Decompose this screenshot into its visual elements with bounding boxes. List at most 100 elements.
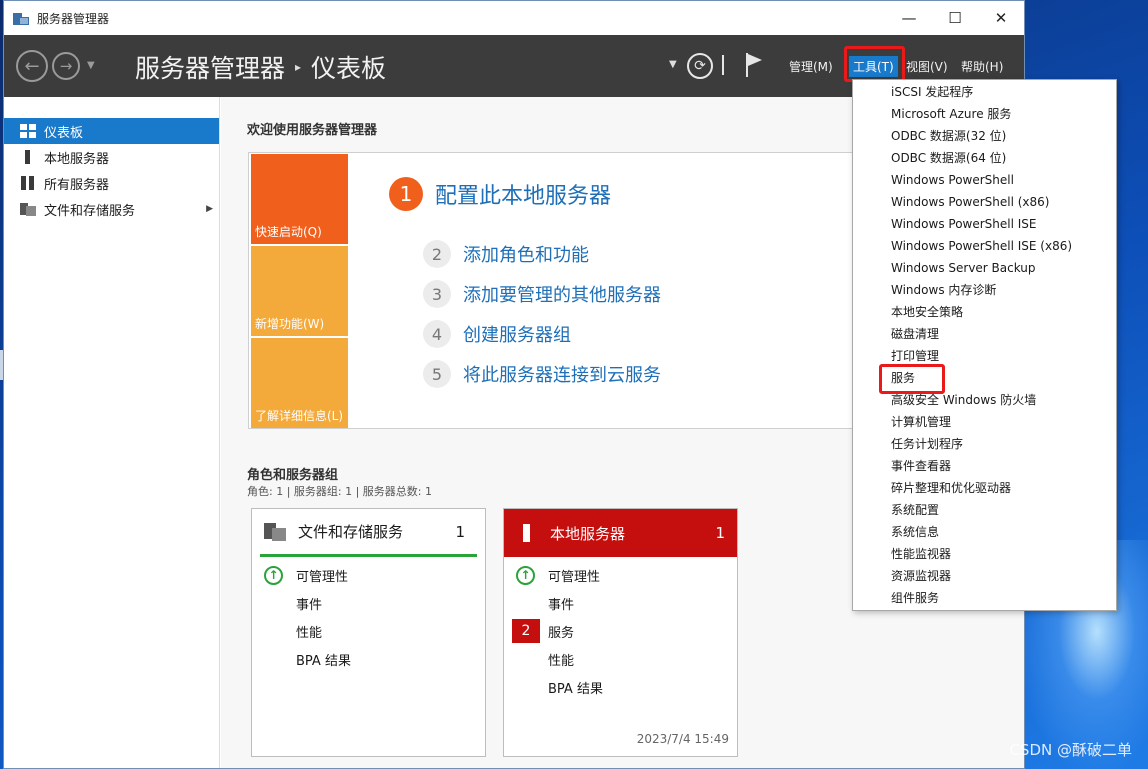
card-timestamp: 2023/7/4 15:49 (636, 732, 729, 746)
close-button[interactable]: ✕ (978, 1, 1024, 35)
tools-menu-item[interactable]: 组件服务 (853, 587, 1116, 609)
row-label: 事件 (548, 597, 575, 613)
row-label: 服务 (548, 625, 575, 641)
services-item-highlight (879, 364, 945, 394)
card-row-events[interactable]: 事件 (504, 589, 737, 617)
tools-menu-item[interactable]: Microsoft Azure 服务 (853, 103, 1116, 125)
dashboard-icon (20, 124, 36, 138)
tools-menu-item[interactable]: 事件查看器 (853, 455, 1116, 477)
card-title: 文件和存储服务 (298, 523, 404, 541)
tools-menu-item[interactable]: 计算机管理 (853, 411, 1116, 433)
card-row-bpa[interactable]: BPA 结果 (504, 673, 737, 701)
step-link[interactable]: 配置此本地服务器 (435, 178, 611, 210)
window-title: 服务器管理器 (37, 11, 110, 26)
sidebar-item-label: 本地服务器 (44, 151, 110, 167)
welcome-title: 欢迎使用服务器管理器 (247, 123, 378, 138)
card-row-manageability[interactable]: ↑ 可管理性 (252, 561, 485, 589)
quick-start-panel: 快速启动(Q) 新增功能(W) 了解详细信息(L) 1 配置此本地服务器 2 添… (248, 152, 868, 429)
row-label: BPA 结果 (548, 681, 603, 697)
tools-menu-item[interactable]: ODBC 数据源(64 位) (853, 147, 1116, 169)
back-arrow-icon[interactable]: ← (16, 50, 48, 82)
server-icon (20, 150, 36, 164)
tools-menu-item[interactable]: Windows 内存诊断 (853, 279, 1116, 301)
step-link[interactable]: 添加角色和功能 (463, 241, 589, 267)
step-add-servers[interactable]: 3 添加要管理的其他服务器 (423, 280, 661, 308)
menu-manage[interactable]: 管理(M) (789, 58, 833, 75)
sidebar-item-label: 仪表板 (44, 125, 84, 141)
row-label: BPA 结果 (296, 653, 351, 669)
tools-menu-item[interactable]: 任务计划程序 (853, 433, 1116, 455)
row-label: 可管理性 (296, 569, 349, 585)
step-number: 4 (423, 320, 451, 348)
card-header[interactable]: 文件和存储服务 1 (260, 509, 477, 557)
breadcrumb-root[interactable]: 服务器管理器 (135, 49, 285, 85)
sidebar-item-file-storage[interactable]: 文件和存储服务 ▶ (4, 196, 219, 222)
step-configure-local-server[interactable]: 1 配置此本地服务器 (389, 177, 611, 211)
step-link[interactable]: 将此服务器连接到云服务 (463, 361, 661, 387)
row-label: 可管理性 (548, 569, 601, 585)
step-number: 5 (423, 360, 451, 388)
menu-view[interactable]: 视图(V) (906, 58, 948, 75)
step-link[interactable]: 添加要管理的其他服务器 (463, 281, 661, 307)
card-header[interactable]: 本地服务器 1 (504, 509, 737, 557)
history-dropdown-icon[interactable]: ▼ (87, 60, 95, 71)
status-ok-icon: ↑ (516, 565, 535, 585)
sidebar-item-all-servers[interactable]: 所有服务器 (4, 170, 219, 196)
sidebar-item-local-server[interactable]: 本地服务器 (4, 144, 219, 170)
tile-learn-more[interactable]: 了解详细信息(L) (251, 338, 348, 428)
sidebar-item-label: 所有服务器 (44, 177, 110, 193)
step-connect-cloud[interactable]: 5 将此服务器连接到云服务 (423, 360, 661, 388)
row-label: 性能 (296, 625, 323, 641)
tile-whats-new[interactable]: 新增功能(W) (251, 246, 348, 336)
row-label: 性能 (548, 653, 575, 669)
minimize-button[interactable]: — (886, 1, 932, 35)
menu-help[interactable]: 帮助(H) (961, 58, 1003, 75)
tools-menu-item[interactable]: ODBC 数据源(32 位) (853, 125, 1116, 147)
tile-quick-start[interactable]: 快速启动(Q) (251, 154, 348, 244)
row-label: 事件 (296, 597, 323, 613)
maximize-button[interactable]: ☐ (932, 1, 978, 35)
breadcrumb: 服务器管理器 ▸ 仪表板 (135, 49, 386, 85)
tools-menu-item[interactable]: 系统配置 (853, 499, 1116, 521)
tools-menu-item[interactable]: 磁盘清理 (853, 323, 1116, 345)
refresh-icon[interactable]: ⟳ (687, 53, 713, 79)
role-card-local-server[interactable]: 本地服务器 1 ↑ 可管理性 事件 2 服务 性能 BPA 结果 2023/7/… (503, 508, 738, 757)
step-create-group[interactable]: 4 创建服务器组 (423, 320, 571, 348)
card-count: 1 (715, 524, 725, 542)
file-storage-icon (264, 522, 286, 541)
role-card-file-storage[interactable]: 文件和存储服务 1 ↑ 可管理性 事件 性能 BPA 结果 (251, 508, 486, 757)
tools-menu-item[interactable]: 系统信息 (853, 521, 1116, 543)
tools-menu-item[interactable]: Windows PowerShell ISE (x86) (853, 235, 1116, 257)
card-row-performance[interactable]: 性能 (504, 645, 737, 673)
tools-menu-item[interactable]: Windows PowerShell ISE (853, 213, 1116, 235)
chevron-down-icon[interactable]: ▼ (669, 59, 677, 70)
file-storage-icon (20, 202, 36, 216)
card-row-bpa[interactable]: BPA 结果 (252, 645, 485, 673)
step-link[interactable]: 创建服务器组 (463, 321, 571, 347)
card-row-events[interactable]: 事件 (252, 589, 485, 617)
expand-arrow-icon[interactable]: ▶ (206, 204, 213, 214)
tools-menu-item[interactable]: 性能监视器 (853, 543, 1116, 565)
card-row-manageability[interactable]: ↑ 可管理性 (504, 561, 737, 589)
roles-summary: 角色: 1 | 服务器组: 1 | 服务器总数: 1 (247, 485, 433, 498)
tools-menu-item[interactable]: Windows Server Backup (853, 257, 1116, 279)
tools-menu-item[interactable]: Windows PowerShell (853, 169, 1116, 191)
card-row-services[interactable]: 2 服务 (504, 617, 737, 645)
roles-section-title: 角色和服务器组 (247, 468, 339, 483)
step-number: 3 (423, 280, 451, 308)
server-icon (516, 524, 538, 542)
step-add-roles[interactable]: 2 添加角色和功能 (423, 240, 589, 268)
step-number: 2 (423, 240, 451, 268)
tools-menu-item[interactable]: Windows PowerShell (x86) (853, 191, 1116, 213)
tools-menu-item[interactable]: 本地安全策略 (853, 301, 1116, 323)
status-ok-icon: ↑ (264, 565, 283, 585)
tools-menu-item[interactable]: 资源监视器 (853, 565, 1116, 587)
tools-menu-item[interactable]: iSCSI 发起程序 (853, 81, 1116, 103)
forward-arrow-icon[interactable]: → (52, 52, 80, 80)
sidebar: 仪表板 本地服务器 所有服务器 文件和存储服务 ▶ (4, 97, 220, 768)
tools-menu-item[interactable]: 碎片整理和优化驱动器 (853, 477, 1116, 499)
sidebar-item-dashboard[interactable]: 仪表板 (4, 118, 219, 144)
card-count: 1 (455, 522, 465, 541)
card-row-performance[interactable]: 性能 (252, 617, 485, 645)
breadcrumb-current: 仪表板 (311, 54, 387, 83)
